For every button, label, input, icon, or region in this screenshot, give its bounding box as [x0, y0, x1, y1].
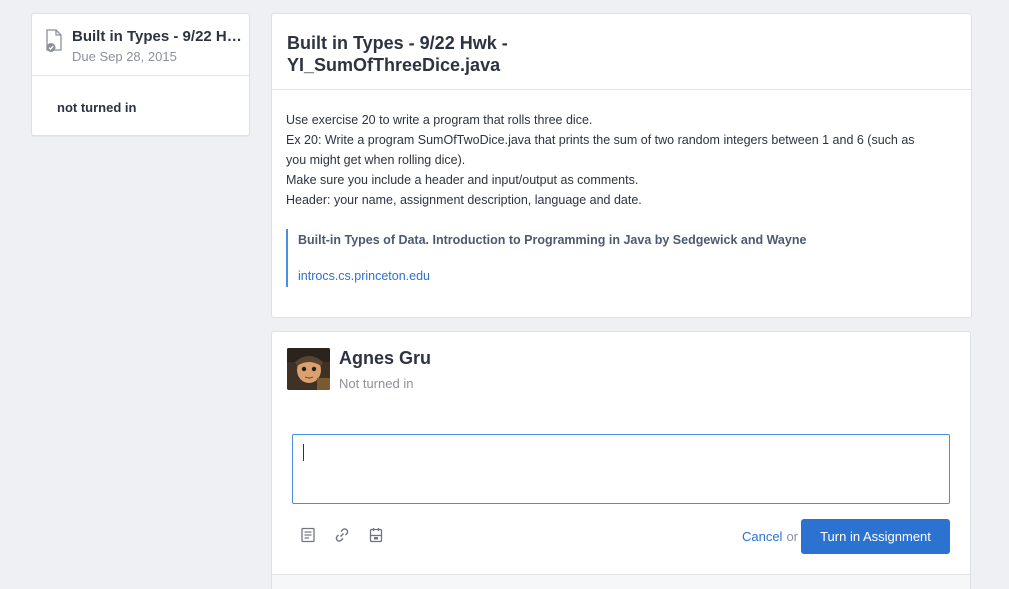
calendar-icon[interactable]: [366, 525, 386, 545]
text-caret: [303, 444, 304, 461]
summary-due-date: Due Sep 28, 2015: [72, 49, 177, 64]
description-line: Use exercise 20 to write a program that …: [286, 113, 593, 127]
summary-header: Built in Types - 9/22 Hwk - YI_SumOfThre…: [32, 14, 249, 76]
page: Built in Types - 9/22 Hwk - YI_SumOfThre…: [0, 0, 1009, 589]
assignment-card: Built in Types - 9/22 Hwk - YI_SumOfThre…: [271, 13, 972, 318]
attachment-title: Built-in Types of Data. Introduction to …: [298, 233, 807, 247]
attachment-link[interactable]: introcs.cs.princeton.edu: [298, 267, 957, 285]
submission-footer: [272, 575, 970, 589]
comment-input[interactable]: [292, 434, 950, 504]
turn-in-assignment-button[interactable]: Turn in Assignment: [801, 519, 950, 554]
description-line: Ex 20: Write a program SumOfTwoDice.java…: [286, 133, 915, 147]
description-line: you might get when rolling dice).: [286, 153, 466, 167]
submission-card: Agnes Gru Not turned in Cancel or Turn i…: [271, 331, 971, 589]
user-name: Agnes Gru: [339, 348, 432, 368]
assignment-summary-card[interactable]: Built in Types - 9/22 Hwk - YI_SumOfThre…: [31, 13, 250, 136]
cancel-button[interactable]: Cancel: [742, 529, 782, 544]
description-line: Header: your name, assignment descriptio…: [286, 193, 642, 207]
or-label: or: [786, 529, 798, 544]
assignment-title: Built in Types - 9/22 Hwk - YI_SumOfThre…: [287, 33, 508, 75]
document-icon[interactable]: [298, 525, 318, 545]
attachment-toolbar: [298, 525, 386, 545]
summary-title[interactable]: Built in Types - 9/22 Hwk - YI_SumOfThre…: [72, 28, 244, 45]
submission-status: Not turned in: [339, 376, 414, 391]
summary-status: not turned in: [57, 100, 137, 115]
avatar: [287, 348, 330, 390]
document-check-icon: [44, 29, 64, 53]
assignment-body: Use exercise 20 to write a program that …: [272, 90, 971, 287]
submission-actions: Cancel or Turn in Assignment: [742, 519, 950, 554]
link-icon[interactable]: [332, 525, 352, 545]
description-line: Make sure you include a header and input…: [286, 173, 639, 187]
attachment-block: Built-in Types of Data. Introduction to …: [286, 229, 957, 287]
assignment-header: Built in Types - 9/22 Hwk - YI_SumOfThre…: [272, 14, 971, 90]
